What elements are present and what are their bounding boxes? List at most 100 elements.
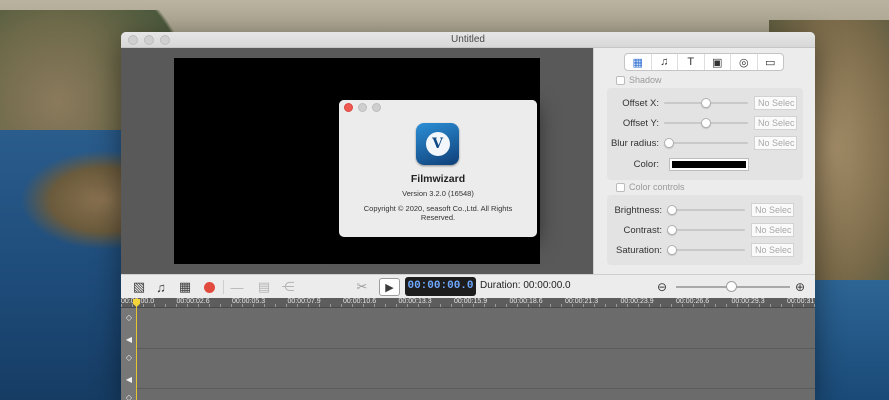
minimize-window-button[interactable] — [144, 35, 154, 45]
ruler-tick-label: 00:00:15.9 — [454, 298, 488, 305]
ruler-minor-tick — [319, 304, 320, 307]
contrast-knob[interactable] — [667, 225, 677, 235]
play-icon: ▶ — [385, 281, 394, 294]
saturation-knob[interactable] — [667, 245, 677, 255]
volume-icon[interactable]: ◀ — [124, 335, 134, 345]
track-divider — [137, 348, 815, 349]
add-image-button[interactable]: ▧ — [130, 278, 148, 296]
timeline[interactable]: 00:00:00.000:00:02.600:00:05.300:00:07.9… — [121, 298, 815, 400]
ruler-minor-tick — [154, 304, 155, 307]
remove-button[interactable]: — — [228, 278, 246, 296]
ruler-minor-tick — [132, 304, 133, 307]
brightness-field[interactable]: No Selec — [751, 203, 794, 217]
zoom-window-button[interactable] — [160, 35, 170, 45]
contrast-slider[interactable] — [667, 222, 745, 238]
grid-button[interactable]: ▤ — [255, 278, 273, 296]
expand-track-icon[interactable]: ◇ — [124, 313, 134, 323]
shadow-color-well[interactable] — [669, 157, 749, 171]
offset-x-knob[interactable] — [701, 98, 711, 108]
ruler-minor-tick — [308, 304, 309, 307]
contrast-field[interactable]: No Selec — [751, 223, 794, 237]
play-button[interactable]: ▶ — [379, 278, 400, 296]
brightness-row: Brightness: No Selec — [607, 202, 803, 218]
ruler-minor-tick — [495, 304, 496, 307]
window-titlebar[interactable]: Untitled — [121, 32, 815, 48]
ruler-minor-tick — [462, 304, 463, 307]
zoom-slider-knob[interactable] — [726, 281, 737, 292]
offset-y-knob[interactable] — [701, 118, 711, 128]
offset-y-field[interactable]: No Selec — [754, 116, 797, 130]
ruler-minor-tick — [396, 304, 397, 307]
ruler-tick-label: 00:00:07.9 — [287, 298, 321, 305]
shadow-header: Shadow — [616, 75, 662, 85]
expand-track-icon[interactable]: ◇ — [124, 353, 134, 363]
ruler-minor-tick — [715, 304, 716, 307]
record-icon — [203, 281, 215, 293]
offset-x-slider[interactable] — [664, 95, 748, 111]
brightness-slider[interactable] — [667, 202, 745, 218]
add-video-button[interactable]: ▦ — [176, 278, 194, 296]
color-controls-header: Color controls — [616, 182, 685, 192]
expand-track-icon[interactable]: ◇ — [124, 393, 134, 400]
ruler-minor-tick — [737, 304, 738, 307]
about-zoom-button — [372, 103, 381, 112]
split-button[interactable]: ✂ — [352, 278, 372, 296]
saturation-field[interactable]: No Selec — [751, 243, 794, 257]
close-window-button[interactable] — [128, 35, 138, 45]
ruler-minor-tick — [429, 304, 430, 307]
volume-icon[interactable]: ◀ — [124, 375, 134, 385]
tab-frames[interactable]: ▣ — [705, 54, 731, 70]
share-button[interactable]: ⋲ — [279, 278, 297, 296]
zoom-in-button[interactable]: ⊕ — [792, 278, 808, 296]
record-button[interactable] — [200, 278, 218, 296]
offset-y-slider[interactable] — [664, 115, 748, 131]
tab-text[interactable]: T — [678, 54, 705, 70]
about-titlebar[interactable] — [339, 100, 537, 115]
zoom-out-button[interactable]: ⊖ — [654, 278, 670, 296]
ruler-minor-tick — [352, 304, 353, 307]
brightness-knob[interactable] — [667, 205, 677, 215]
ruler-minor-tick — [363, 304, 364, 307]
playhead-line[interactable] — [136, 298, 137, 400]
color-controls-group: Brightness: No Selec Contrast: No Selec … — [607, 195, 803, 265]
blur-radius-row: Blur radius: No Selec — [607, 135, 803, 151]
ruler-minor-tick — [341, 304, 342, 307]
ruler-minor-tick — [660, 304, 661, 307]
inspector-panel: ▦ ♫ T ▣ ◎ ▭ Shadow Offset X: No Selec Of… — [593, 48, 815, 274]
shadow-checkbox[interactable] — [616, 75, 625, 85]
blur-radius-knob[interactable] — [664, 138, 674, 148]
ruler-minor-tick — [385, 304, 386, 307]
ruler-minor-tick — [528, 304, 529, 307]
blur-radius-field[interactable]: No Selec — [754, 136, 797, 150]
about-app-name: Filmwizard — [410, 173, 466, 185]
ruler-minor-tick — [803, 304, 804, 307]
ruler-minor-tick — [649, 304, 650, 307]
tab-folder[interactable]: ▭ — [758, 54, 784, 70]
add-music-button[interactable]: ♫ — [152, 278, 170, 296]
blur-radius-slider[interactable] — [664, 135, 748, 151]
about-close-button[interactable] — [344, 103, 353, 112]
ruler-minor-tick — [253, 304, 254, 307]
ruler-minor-tick — [275, 304, 276, 307]
saturation-label: Saturation: — [616, 244, 662, 256]
tab-film[interactable]: ▦ — [625, 54, 652, 70]
color-controls-checkbox[interactable] — [616, 182, 625, 192]
offset-x-field[interactable]: No Selec — [754, 96, 797, 110]
ruler-minor-tick — [297, 304, 298, 307]
ruler-minor-tick — [759, 304, 760, 307]
ruler-minor-tick — [693, 304, 694, 307]
ruler-minor-tick — [286, 304, 287, 307]
ruler-minor-tick — [594, 304, 595, 307]
ruler-tick-label: 00:00:02.6 — [176, 298, 210, 305]
tab-shapes[interactable]: ◎ — [731, 54, 758, 70]
time-ruler[interactable]: 00:00:00.000:00:02.600:00:05.300:00:07.9… — [121, 298, 815, 308]
tab-music[interactable]: ♫ — [652, 54, 678, 70]
ruler-minor-tick — [165, 304, 166, 307]
app-icon-disc: V — [425, 132, 450, 156]
ruler-minor-tick — [704, 304, 705, 307]
saturation-row: Saturation: No Selec — [607, 242, 803, 258]
saturation-slider[interactable] — [667, 242, 745, 258]
shapes-icon: ◎ — [738, 56, 749, 69]
ruler-minor-tick — [176, 304, 177, 307]
inspector-tabs: ▦ ♫ T ▣ ◎ ▭ — [624, 53, 784, 71]
